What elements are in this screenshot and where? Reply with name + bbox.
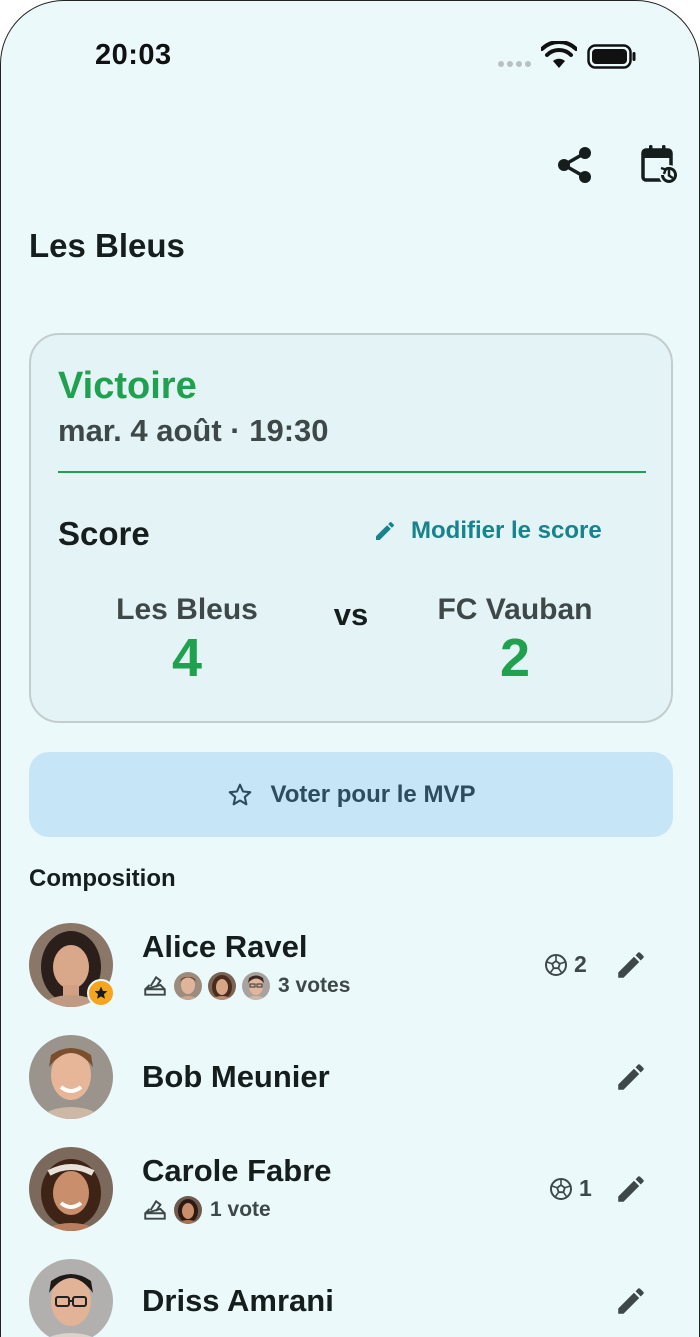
- voter-avatar: [242, 972, 270, 1000]
- player-name: Driss Amrani: [142, 1283, 334, 1318]
- goals-indicator: 1: [549, 1175, 592, 1202]
- signal-icon: [498, 61, 531, 67]
- away-team: FC Vauban 2: [395, 593, 635, 685]
- pencil-icon: [376, 522, 394, 540]
- status-bar: 20:03: [1, 1, 699, 111]
- player-name: Carole Fabre: [142, 1153, 332, 1188]
- edit-player-button[interactable]: [609, 1055, 653, 1099]
- soccer-ball-icon: [550, 1177, 572, 1200]
- result-divider: [58, 471, 646, 473]
- vote-mvp-label: Voter pour le MVP: [270, 780, 476, 808]
- share-button[interactable]: [552, 142, 598, 188]
- away-team-name: FC Vauban: [437, 593, 593, 626]
- voter-avatar: [174, 1196, 202, 1224]
- star-outline-icon: [228, 783, 251, 805]
- player-row[interactable]: Driss Amrani: [1, 1259, 699, 1337]
- phone-screen: 20:03 Les Bleus Victoire mar. 4 août · 1…: [0, 0, 700, 1337]
- player-row[interactable]: Carole Fabre 1 vote 1: [1, 1147, 699, 1247]
- home-team: Les Bleus 4: [67, 593, 307, 685]
- wifi-icon: [541, 41, 577, 68]
- pencil-icon: [618, 1288, 644, 1314]
- edit-player-button[interactable]: [609, 943, 653, 987]
- voter-avatar: [174, 972, 202, 1000]
- reschedule-button[interactable]: [637, 142, 683, 188]
- battery-icon: [587, 44, 636, 69]
- status-time: 20:03: [95, 39, 172, 71]
- avatar: [29, 1147, 113, 1231]
- goals-count: 1: [579, 1175, 592, 1201]
- roster-heading: Composition: [29, 865, 176, 892]
- pencil-icon: [618, 1176, 644, 1202]
- player-name: Bob Meunier: [142, 1059, 330, 1094]
- goals-indicator: 2: [544, 951, 587, 978]
- home-team-goals: 4: [171, 628, 203, 688]
- ballot-icon: [144, 975, 166, 996]
- pencil-icon: [618, 952, 644, 978]
- match-result: Victoire: [58, 365, 197, 407]
- match-score-card: Victoire mar. 4 août · 19:30 Score Modif…: [29, 333, 673, 723]
- player-row[interactable]: Bob Meunier: [1, 1035, 699, 1135]
- edit-player-button[interactable]: [609, 1279, 653, 1323]
- player-row[interactable]: Alice Ravel 3 votes 2: [1, 923, 699, 1023]
- away-team-goals: 2: [499, 628, 531, 688]
- calendar-refresh-icon: [641, 145, 679, 185]
- vote-mvp-button[interactable]: Voter pour le MVP: [29, 752, 673, 837]
- mvp-badge: [87, 979, 115, 1007]
- share-icon: [558, 147, 591, 183]
- home-team-name: Les Bleus: [116, 593, 258, 626]
- votes-count: 3 votes: [278, 974, 351, 997]
- match-datetime: mar. 4 août · 19:30: [58, 413, 329, 448]
- star-icon: [94, 986, 108, 999]
- player-name: Alice Ravel: [142, 929, 308, 964]
- edit-score-button[interactable]: Modifier le score: [373, 517, 602, 545]
- versus-label: vs: [333, 597, 369, 632]
- ballot-icon: [144, 1199, 166, 1220]
- edit-player-button[interactable]: [609, 1167, 653, 1211]
- edit-score-label: Modifier le score: [411, 517, 602, 544]
- score-heading: Score: [58, 515, 150, 552]
- player-votes: 3 votes: [142, 972, 350, 1000]
- page-title: Les Bleus: [29, 227, 185, 264]
- avatar: [29, 1035, 113, 1119]
- goals-count: 2: [574, 951, 587, 977]
- player-votes: 1 vote: [142, 1196, 271, 1224]
- avatar: [29, 1259, 113, 1337]
- voter-avatar: [208, 972, 236, 1000]
- soccer-ball-icon: [545, 953, 567, 976]
- votes-count: 1 vote: [210, 1198, 271, 1221]
- pencil-icon: [618, 1064, 644, 1090]
